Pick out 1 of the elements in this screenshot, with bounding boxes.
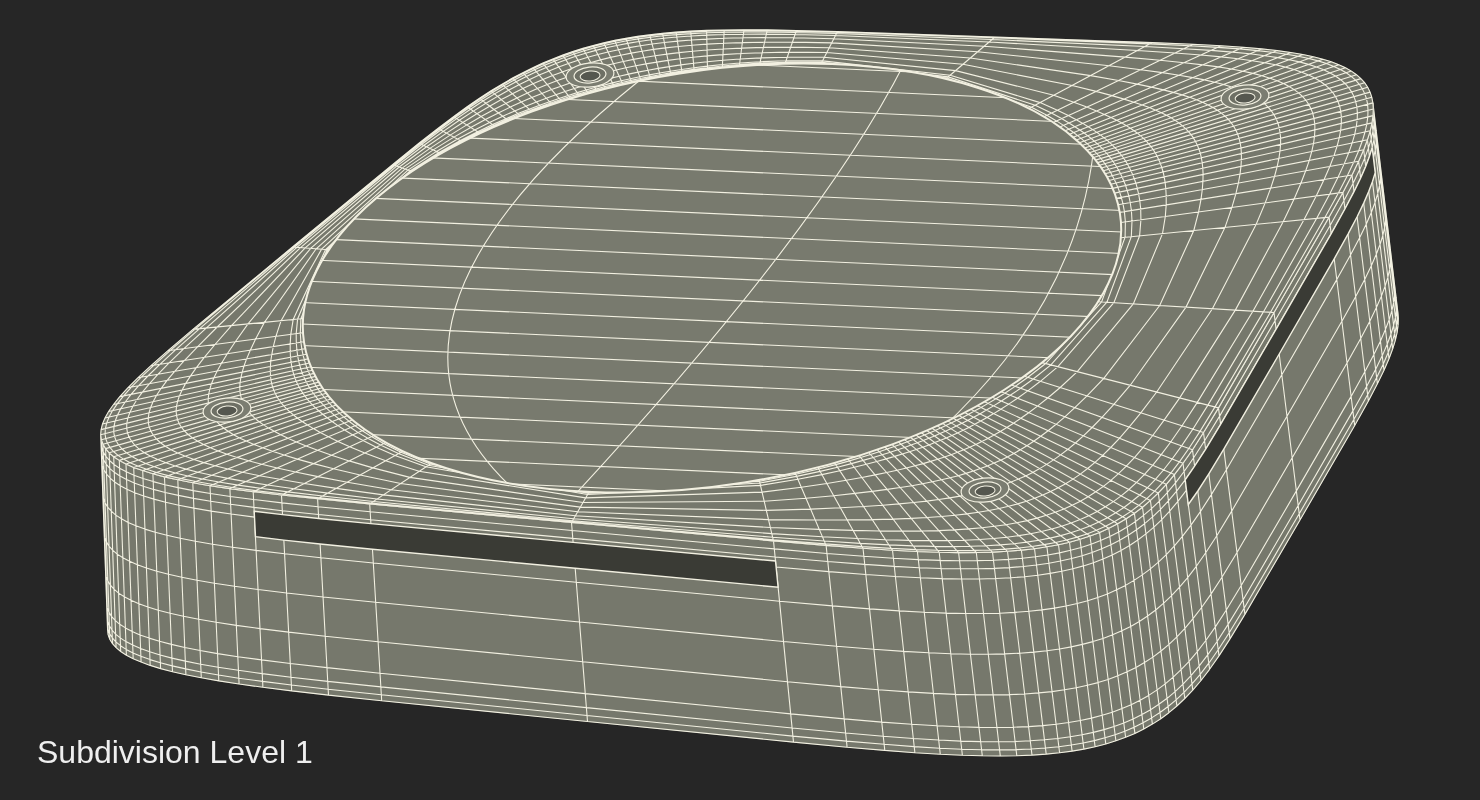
caption: Subdivision Level 1 xyxy=(37,736,313,768)
